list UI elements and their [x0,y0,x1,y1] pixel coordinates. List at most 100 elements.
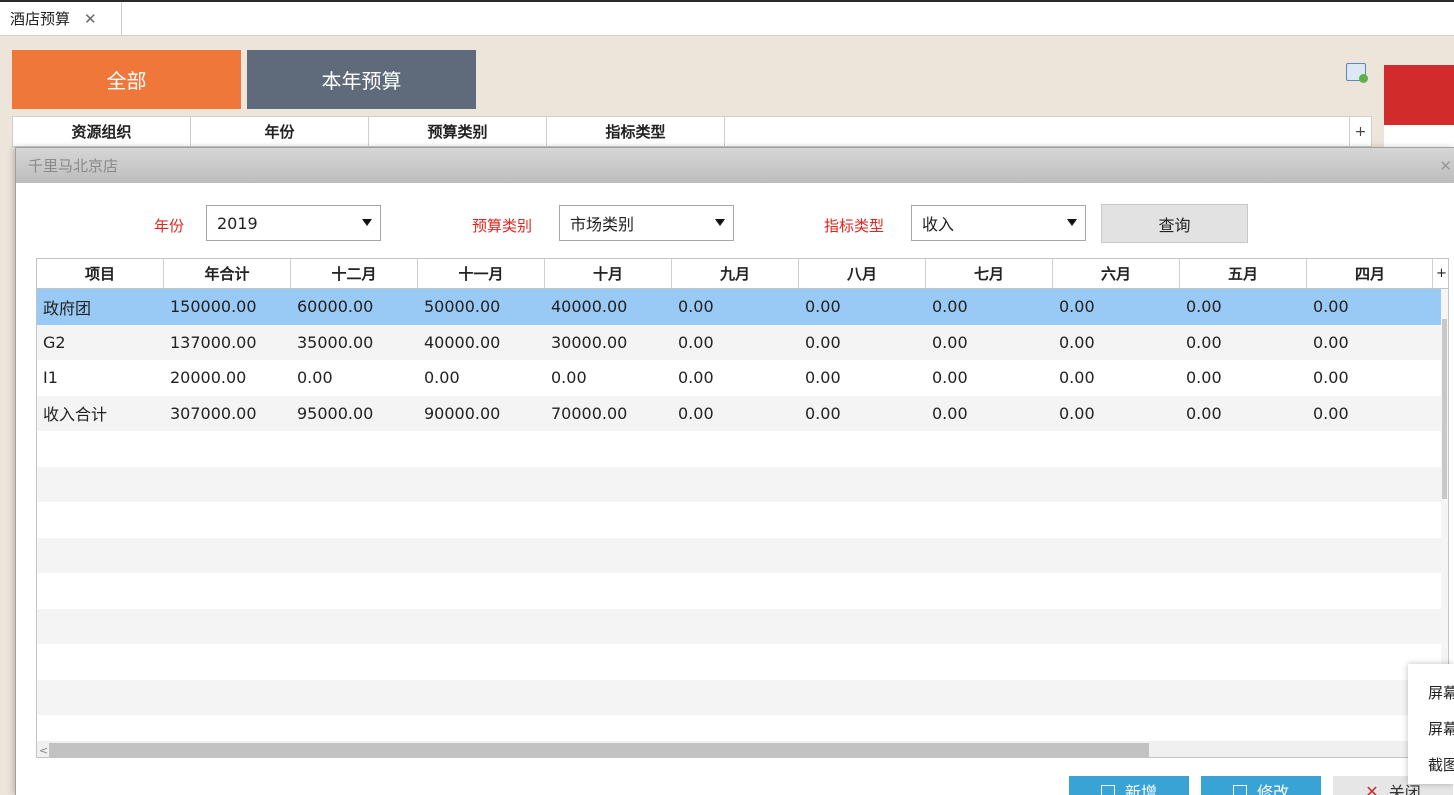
new-button[interactable]: 新增 [1069,776,1189,795]
table-cell: 0.00 [678,403,714,423]
grid-header-aug[interactable]: 八月 [799,259,926,288]
table-cell: 0.00 [424,368,460,388]
table-row[interactable] [37,573,1448,609]
table-cell: 0.00 [551,368,587,388]
table-cell: 0.00 [932,368,968,388]
export-excel-icon[interactable] [1346,63,1368,83]
budget-dialog: 千里马北京店 ✕ 年份 2019 预算类别 市场类别 指标类型 收入 查询 项目… [15,147,1454,795]
table-cell: 0.00 [297,368,333,388]
table-cell: 0.00 [1313,297,1349,317]
table-cell: 0.00 [1059,368,1095,388]
grid-header-year-total[interactable]: 年合计 [164,259,291,288]
tab-bar: 酒店预算 ✕ [0,2,1454,36]
table-cell: 0.00 [1059,332,1095,352]
grid-header-oct[interactable]: 十月 [545,259,672,288]
table-row[interactable] [37,537,1448,573]
edit-button[interactable]: 修改 [1201,776,1321,795]
table-row[interactable]: I1 20000.00 0.00 0.00 0.00 0.00 0.00 0.00 0.00 0.… [37,360,1448,396]
table-row[interactable]: G2 137000.00 35000.00 40000.00 30000.00 0.00 0… [37,324,1448,360]
table-cell: 50000.00 [424,297,501,317]
plus-icon[interactable]: + [1432,259,1448,288]
table-cell: 0.00 [678,368,714,388]
dialog-title: 千里马北京店 [28,157,119,175]
close-icon[interactable]: ✕ [1439,157,1452,175]
table-row[interactable] [37,431,1448,467]
table-row[interactable]: 收入合计 307000.00 95000.00 90000.00 70000.00 0.0… [37,395,1448,431]
dropdown-arrow-icon [1067,219,1077,226]
close-icon: ✕ [1365,781,1379,795]
table-cell: 0.00 [932,403,968,423]
year-select-value: 2019 [217,213,258,233]
table-cell: 0.00 [1059,403,1095,423]
grid-header-sep[interactable]: 九月 [672,259,799,288]
table-cell: 90000.00 [424,403,501,423]
table-row[interactable] [37,679,1448,715]
table-cell: 0.00 [1186,368,1222,388]
table-row[interactable] [37,466,1448,502]
grid-header-jun[interactable]: 六月 [1053,259,1180,288]
table-cell: 0.00 [805,403,841,423]
context-menu-item[interactable]: 屏幕 [1408,710,1454,746]
budget-type-select[interactable]: 市场类别 [559,205,734,241]
outer-table-header: 资源组织 年份 预算类别 指标类型 + [12,116,1372,147]
table-row[interactable]: 政府团 150000.00 60000.00 50000.00 40000.00 0.00… [37,289,1448,325]
year-select[interactable]: 2019 [206,205,381,241]
vertical-scroll-thumb[interactable] [1442,319,1447,499]
scroll-left-icon[interactable]: < [39,744,48,757]
table-cell: 137000.00 [170,332,257,352]
table-cell: 0.00 [1186,403,1222,423]
table-cell: 收入合计 [43,405,108,425]
table-cell: 政府团 [43,298,92,318]
table-cell: 0.00 [805,368,841,388]
table-cell: 0.00 [678,297,714,317]
horizontal-scrollbar[interactable]: < [37,741,1448,757]
outer-header-year[interactable]: 年份 [191,117,369,146]
outer-header-org[interactable]: 资源组织 [13,117,191,146]
tab-label: 酒店预算 [10,10,71,28]
table-cell: 307000.00 [170,403,257,423]
table-cell: 0.00 [1186,332,1222,352]
table-cell: G2 [43,332,66,352]
grid-header-item[interactable]: 项目 [37,259,164,288]
context-menu-item[interactable]: 截图 [1408,746,1454,782]
year-label: 年份 [154,217,185,235]
side-panel-red [1384,65,1454,125]
add-icon [1100,785,1115,795]
outer-header-indicator-type[interactable]: 指标类型 [547,117,725,146]
grid-header-jul[interactable]: 七月 [926,259,1053,288]
close-icon[interactable]: ✕ [84,10,97,28]
budget-grid: 项目 年合计 十二月 十一月 十月 九月 八月 七月 六月 五月 四月 + 政府… [36,258,1449,758]
table-cell: 0.00 [1186,297,1222,317]
table-row[interactable] [37,502,1448,538]
horizontal-scroll-thumb[interactable] [49,743,1149,757]
table-cell: 60000.00 [297,297,374,317]
table-cell: 0.00 [932,297,968,317]
table-row[interactable] [37,608,1448,644]
dialog-title-bar[interactable]: 千里马北京店 ✕ [16,148,1454,183]
edit-button-label: 修改 [1256,783,1289,795]
outer-header-budget-type[interactable]: 预算类别 [369,117,547,146]
budget-type-select-value: 市场类别 [570,215,635,234]
plus-icon[interactable]: + [1349,117,1371,146]
grid-header-nov[interactable]: 十一月 [418,259,545,288]
indicator-type-label: 指标类型 [824,217,885,235]
indicator-type-select-value: 收入 [922,215,955,234]
table-cell: 0.00 [805,297,841,317]
dropdown-arrow-icon [362,219,372,226]
table-cell: 95000.00 [297,403,374,423]
year-budget-button[interactable]: 本年预算 [247,50,476,109]
new-button-label: 新增 [1124,783,1157,795]
all-button[interactable]: 全部 [12,50,241,109]
table-row[interactable] [37,644,1448,680]
tab-hotel-budget[interactable]: 酒店预算 ✕ [0,2,122,35]
table-cell: 0.00 [1059,297,1095,317]
table-cell: 0.00 [1313,403,1349,423]
grid-header-dec[interactable]: 十二月 [291,259,418,288]
grid-header-may[interactable]: 五月 [1180,259,1307,288]
grid-header-apr[interactable]: 四月 [1307,259,1434,288]
table-cell: 40000.00 [424,332,501,352]
query-button[interactable]: 查询 [1101,204,1248,243]
context-menu-item[interactable]: 屏幕 [1408,674,1454,710]
table-cell: 20000.00 [170,368,247,388]
indicator-type-select[interactable]: 收入 [911,205,1086,241]
